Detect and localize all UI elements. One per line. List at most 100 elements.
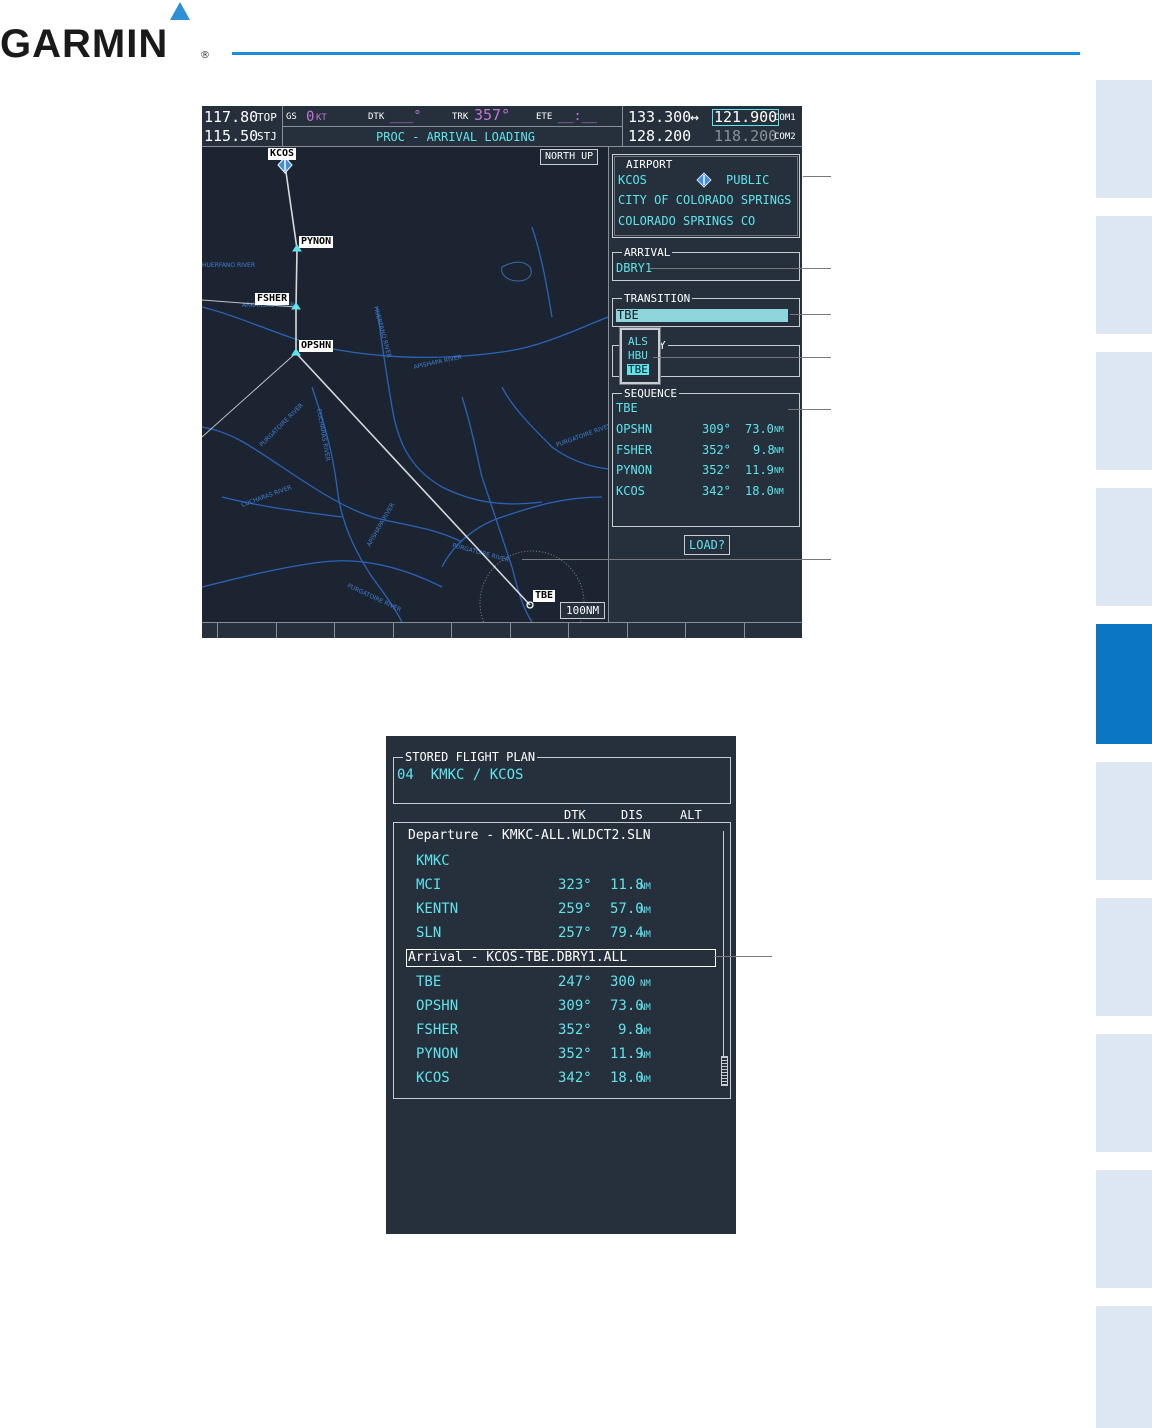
section-tab-6[interactable] [1096, 762, 1152, 880]
map-range-label: 100NM [560, 602, 606, 619]
sequence-leg-dtk: 342° [702, 484, 731, 498]
arrival-header[interactable]: Arrival - KCOS-TBE.DBRY1.ALL [408, 951, 627, 964]
transition-selection-bar[interactable] [616, 309, 788, 322]
river-label-purgatoire-4: PURGATOIRE RIVER [555, 422, 608, 449]
waypoint-label-pynon[interactable]: PYNON [299, 236, 334, 248]
river-label-apishapa: APISHAPA RIVER [413, 354, 463, 371]
leg-unit: NM [640, 1075, 651, 1085]
callout-line-transition [790, 314, 831, 315]
transition-value[interactable]: TBE [617, 309, 639, 321]
leg-waypoint: KMKC [416, 853, 450, 869]
dtk-label: DTK [368, 112, 385, 122]
gs-value: 0 [306, 109, 315, 125]
sequence-leg-unit: NM [774, 425, 784, 434]
section-tab-10[interactable] [1096, 1306, 1152, 1428]
com1-standby-frequency[interactable]: 121.900 [712, 109, 780, 126]
leg-distance: 73.0 [610, 998, 644, 1014]
arrival-value[interactable]: DBRY1 [616, 262, 652, 274]
river-label-purgatoire-2: PURGATOIRE RIVER [451, 542, 509, 564]
scrollbar-thumb[interactable] [721, 1056, 728, 1086]
softkey-bar [202, 622, 802, 638]
trk-value: 357° [474, 106, 511, 124]
transition-option-tbe-selected[interactable]: TBE [627, 364, 649, 375]
com1-label: COM1 [774, 113, 796, 123]
stored-flight-plan-display: STORED FLIGHT PLAN 04 KMKC / KCOS DTK DI… [386, 736, 736, 1234]
waypoint-label-kcos[interactable]: KCOS [268, 148, 297, 160]
river-label-apishapa-2: APISHAPA RIVER [366, 502, 397, 548]
leg-unit: NM [640, 930, 651, 940]
leg-waypoint: KENTN [416, 901, 459, 917]
airport-ident[interactable]: KCOS [618, 174, 647, 186]
sequence-leg-distance: 9.8 [753, 443, 775, 457]
navigation-map[interactable]: ARKANSAS RIVER HUERFANO RIVER APISHAPA R… [202, 147, 608, 622]
public-airport-icon [696, 172, 712, 188]
river-label-huerfano-2: HUERFANO RIVER [202, 262, 255, 269]
callout-line-dropdown [653, 357, 831, 358]
section-tab-4[interactable] [1096, 488, 1152, 606]
section-tab-1[interactable] [1096, 80, 1152, 198]
leg-dtk: 352° [558, 1022, 592, 1038]
airport-box-label: AIRPORT [624, 158, 675, 171]
leg-dtk: 257° [558, 925, 592, 941]
load-button[interactable]: LOAD? [684, 535, 731, 555]
waypoint-label-tbe[interactable]: TBE [533, 590, 556, 602]
com2-standby-frequency[interactable]: 118.200 [714, 129, 777, 144]
leg-unit: NM [640, 882, 651, 892]
gs-unit: KT [316, 113, 327, 123]
airport-type: PUBLIC [726, 173, 770, 187]
leg-distance: 79.4 [610, 925, 644, 941]
ete-label: ETE [536, 112, 553, 122]
river-label-huerfano: HUERFANO RIVER [372, 306, 392, 359]
sequence-leg-dtk: 309° [702, 422, 731, 436]
river-label-cucharas: CUCHARAS RIVER [315, 408, 331, 462]
waypoint-label-fsher[interactable]: FSHER [255, 293, 290, 305]
transition-option-hbu[interactable]: HBU [628, 350, 648, 361]
sequence-leg-distance: 73.0 [745, 422, 774, 436]
sequence-leg-waypoint: OPSHN [616, 422, 653, 436]
leg-waypoint: SLN [416, 925, 442, 941]
arrival-box-label: ARRIVAL [622, 246, 673, 259]
waypoint-label-opshn[interactable]: OPSHN [299, 340, 334, 352]
leg-dtk: 352° [558, 1046, 592, 1062]
section-tab-8[interactable] [1096, 1034, 1152, 1152]
leg-dtk: 247° [558, 974, 592, 990]
leg-dtk: 323° [558, 877, 592, 893]
leg-waypoint: OPSHN [416, 998, 459, 1014]
trk-label: TRK [452, 112, 469, 122]
section-tab-3[interactable] [1096, 352, 1152, 470]
leg-dtk: 259° [558, 901, 592, 917]
sequence-leg-unit: NM [774, 446, 784, 455]
dtk-value: ___° [390, 109, 422, 124]
transition-option-als[interactable]: ALS [628, 336, 648, 347]
section-tab-7[interactable] [1096, 898, 1152, 1016]
airport-city: CITY OF COLORADO SPRINGS [618, 193, 792, 207]
map-graphics: ARKANSAS RIVER HUERFANO RIVER APISHAPA R… [202, 156, 608, 622]
section-tab-2[interactable] [1096, 216, 1152, 334]
com1-active-frequency[interactable]: 133.300 [628, 110, 691, 125]
stored-plan-box-label: STORED FLIGHT PLAN [403, 750, 538, 764]
river-label-purgatoire-3: PURGATOIRE RIVER [346, 582, 402, 613]
section-tab-9[interactable] [1096, 1170, 1152, 1288]
leg-dtk: 342° [558, 1070, 592, 1086]
leg-distance: 11.9 [610, 1046, 644, 1062]
com-swap-arrow-icon: ↔ [690, 108, 700, 126]
leg-waypoint: FSHER [416, 1022, 459, 1038]
com2-active-frequency[interactable]: 128.200 [628, 129, 691, 144]
gs-label: GS [286, 112, 297, 122]
river-label-cucharas-2: CUCHARAS RIVER [240, 484, 292, 509]
nav2-ident: STJ [257, 130, 277, 143]
nav1-frequency[interactable]: 117.80 [204, 110, 258, 125]
page-title: PROC - ARRIVAL LOADING [376, 130, 535, 144]
column-header-dtk: DTK [564, 808, 586, 822]
transition-box-label: TRANSITION [622, 292, 693, 305]
section-tab-5-active[interactable] [1096, 624, 1152, 744]
nav2-frequency[interactable]: 115.50 [204, 129, 258, 144]
leg-unit: NM [640, 1003, 651, 1013]
header-rule [232, 52, 1080, 55]
departure-header[interactable]: Departure - KMKC-ALL.WLDCT2.SLN [408, 829, 651, 842]
leg-unit: NM [640, 906, 651, 916]
sequence-leg-dtk: 352° [702, 463, 731, 477]
com2-label: COM2 [774, 132, 796, 142]
logo-triangle [170, 2, 190, 20]
sequence-leg-distance: 11.9 [745, 463, 774, 477]
